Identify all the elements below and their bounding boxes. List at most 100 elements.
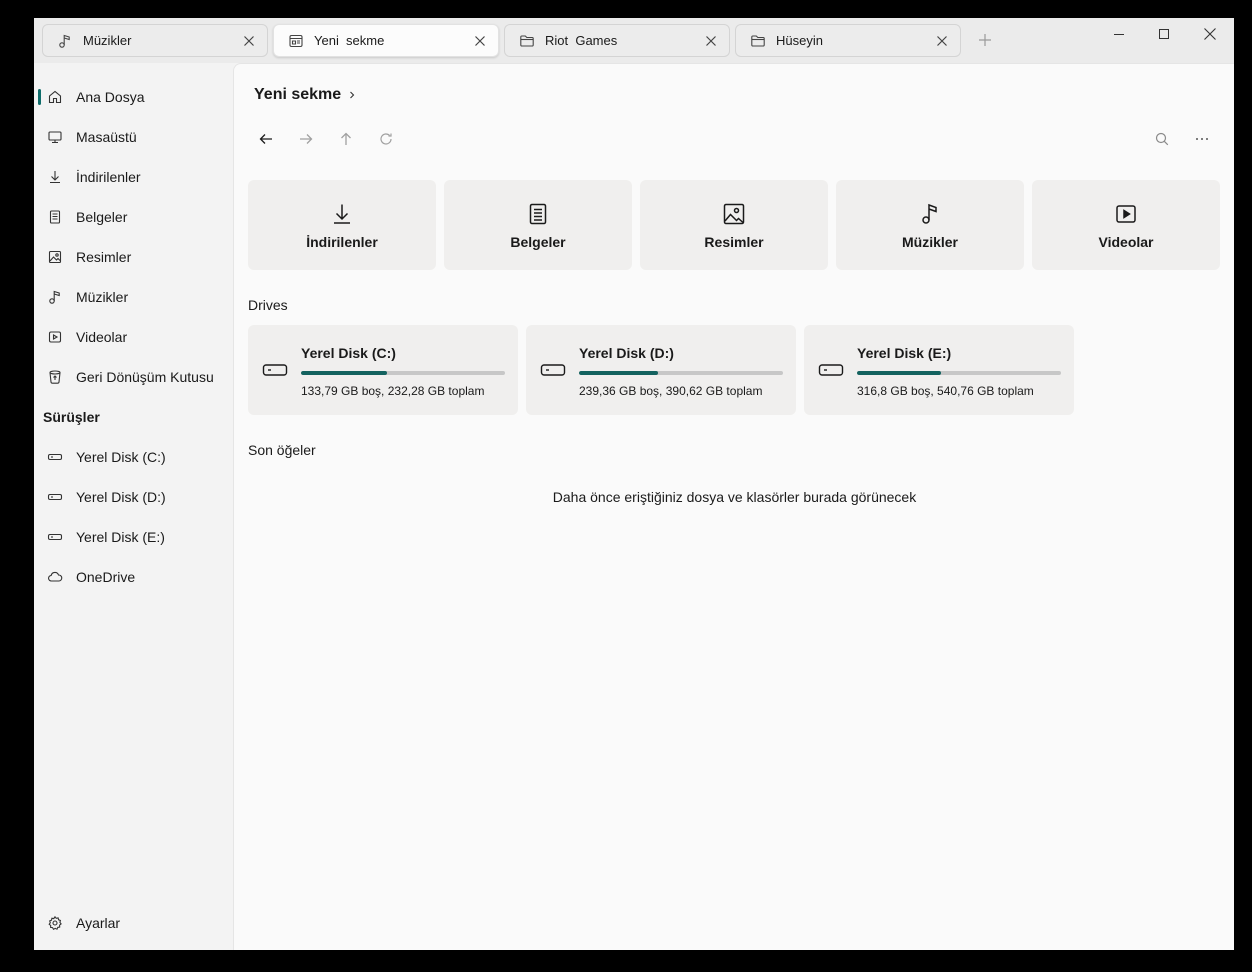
breadcrumb-current[interactable]: Yeni sekme — [254, 86, 341, 104]
drive-icon — [47, 489, 63, 505]
tab-label: Müzikler — [83, 33, 132, 48]
quick-access-label: İndirilenler — [306, 234, 378, 250]
music-icon — [47, 289, 63, 305]
sidebar-item-label: Yerel Disk (D:) — [76, 489, 166, 505]
drive-usage-bar — [857, 371, 1061, 375]
music-icon — [918, 202, 942, 226]
back-button[interactable] — [254, 127, 278, 151]
sidebar-item-label: Yerel Disk (E:) — [76, 529, 165, 545]
music-icon — [57, 33, 73, 49]
sidebar-item-home[interactable]: Ana Dosya — [38, 80, 228, 114]
sidebar-item-pictures[interactable]: Resimler — [38, 240, 228, 274]
close-window-button[interactable] — [1188, 24, 1232, 44]
recent-items-title: Son öğeler — [248, 442, 316, 458]
quick-access-label: Resimler — [704, 234, 764, 250]
sidebar-item-label: Geri Dönüşüm Kutusu — [76, 369, 214, 385]
drive-card-e[interactable]: Yerel Disk (E:) 316,8 GB boş, 540,76 GB … — [804, 325, 1074, 415]
quick-access-label: Müzikler — [901, 234, 958, 250]
tab-huseyin[interactable]: Hüseyin — [735, 24, 961, 57]
sidebar-item-videos[interactable]: Videolar — [38, 320, 228, 354]
breadcrumb[interactable]: Yeni sekme — [254, 86, 357, 104]
drive-icon — [47, 449, 63, 465]
download-icon — [330, 202, 354, 226]
sidebar-item-music[interactable]: Müzikler — [38, 280, 228, 314]
quick-access-label: Belgeler — [510, 234, 566, 250]
tab-label: Hüseyin — [776, 33, 823, 48]
drive-name: Yerel Disk (C:) — [301, 345, 396, 361]
sidebar-item-label: Ayarlar — [76, 915, 121, 931]
sidebar-item-onedrive[interactable]: OneDrive — [38, 560, 228, 594]
drive-usage-fill — [857, 371, 942, 375]
sidebar-item-documents[interactable]: Belgeler — [38, 200, 228, 234]
drive-space-info: 239,36 GB boş, 390,62 GB toplam — [579, 384, 763, 398]
drive-icon — [262, 361, 288, 379]
refresh-button[interactable] — [374, 127, 398, 151]
tab-bar: Müzikler Yeni sekme Riot Games Hüseyin — [34, 18, 1234, 63]
drive-usage-fill — [579, 371, 658, 375]
drive-icon — [818, 361, 844, 379]
recycle-bin-icon — [47, 369, 63, 385]
sidebar-item-label: İndirilenler — [76, 169, 141, 185]
drive-card-c[interactable]: Yerel Disk (C:) 133,79 GB boş, 232,28 GB… — [248, 325, 518, 415]
sidebar: Ana Dosya Masaüstü İndirilenler Belgeler… — [34, 63, 233, 950]
drive-name: Yerel Disk (E:) — [857, 345, 952, 361]
sidebar-item-label: Ana Dosya — [76, 89, 145, 105]
tab-yeni-sekme[interactable]: Yeni sekme — [273, 24, 499, 57]
folder-icon — [519, 33, 535, 49]
tab-label: Riot Games — [545, 33, 618, 48]
recent-items-empty-message: Daha önce eriştiğiniz dosya ve klasörler… — [552, 489, 917, 505]
sidebar-item-label: Belgeler — [76, 209, 128, 225]
drive-space-info: 133,79 GB boş, 232,28 GB toplam — [301, 384, 485, 398]
document-icon — [47, 209, 63, 225]
sidebar-item-drive-d[interactable]: Yerel Disk (D:) — [38, 480, 228, 514]
download-icon — [47, 169, 63, 185]
drives-section-title: Drives — [248, 297, 288, 313]
more-options-button[interactable] — [1190, 127, 1214, 151]
quick-access-videos[interactable]: Videolar — [1032, 180, 1220, 270]
new-tab-icon — [288, 33, 304, 49]
drive-usage-bar — [301, 371, 505, 375]
tab-riot-games[interactable]: Riot Games — [504, 24, 730, 57]
close-icon[interactable] — [703, 33, 719, 49]
drive-space-info: 316,8 GB boş, 540,76 GB toplam — [857, 384, 1034, 398]
close-icon[interactable] — [241, 33, 257, 49]
image-icon — [722, 202, 746, 226]
drive-card-d[interactable]: Yerel Disk (D:) 239,36 GB boş, 390,62 GB… — [526, 325, 796, 415]
sidebar-item-settings[interactable]: Ayarlar — [38, 906, 228, 940]
video-icon — [47, 329, 63, 345]
close-icon[interactable] — [934, 33, 950, 49]
forward-button[interactable] — [294, 127, 318, 151]
desktop-icon — [47, 129, 63, 145]
sidebar-item-drive-e[interactable]: Yerel Disk (E:) — [38, 520, 228, 554]
sidebar-item-downloads[interactable]: İndirilenler — [38, 160, 228, 194]
add-tab-button[interactable] — [976, 31, 994, 49]
cloud-icon — [47, 569, 63, 585]
sidebar-item-label: Müzikler — [76, 289, 129, 305]
sidebar-item-label: Videolar — [76, 329, 128, 345]
up-button[interactable] — [334, 127, 358, 151]
quick-access-downloads[interactable]: İndirilenler — [248, 180, 436, 270]
quick-access-documents[interactable]: Belgeler — [444, 180, 632, 270]
drive-icon — [540, 361, 566, 379]
sidebar-item-recycle-bin[interactable]: Geri Dönüşüm Kutusu — [38, 360, 228, 394]
sidebar-item-desktop[interactable]: Masaüstü — [38, 120, 228, 154]
sidebar-item-drive-c[interactable]: Yerel Disk (C:) — [38, 440, 228, 474]
quick-access-music[interactable]: Müzikler — [836, 180, 1024, 270]
search-button[interactable] — [1150, 127, 1174, 151]
sidebar-item-label: Masaüstü — [76, 129, 137, 145]
tab-muzikler[interactable]: Müzikler — [42, 24, 268, 57]
chevron-right-icon[interactable] — [347, 90, 357, 100]
gear-icon — [47, 915, 63, 931]
close-icon[interactable] — [472, 33, 488, 49]
video-icon — [1114, 202, 1138, 226]
drive-usage-bar — [579, 371, 783, 375]
file-explorer-window: Müzikler Yeni sekme Riot Games Hüseyin A… — [34, 18, 1234, 950]
maximize-button[interactable] — [1142, 24, 1186, 44]
quick-access-pictures[interactable]: Resimler — [640, 180, 828, 270]
sidebar-item-label: Yerel Disk (C:) — [76, 449, 166, 465]
quick-access-label: Videolar — [1098, 234, 1154, 250]
minimize-button[interactable] — [1097, 24, 1141, 44]
tab-label: Yeni sekme — [314, 33, 385, 48]
drive-name: Yerel Disk (D:) — [579, 345, 674, 361]
main-content: Yeni sekme İndirilenler Belgeler Resimle… — [233, 63, 1234, 950]
